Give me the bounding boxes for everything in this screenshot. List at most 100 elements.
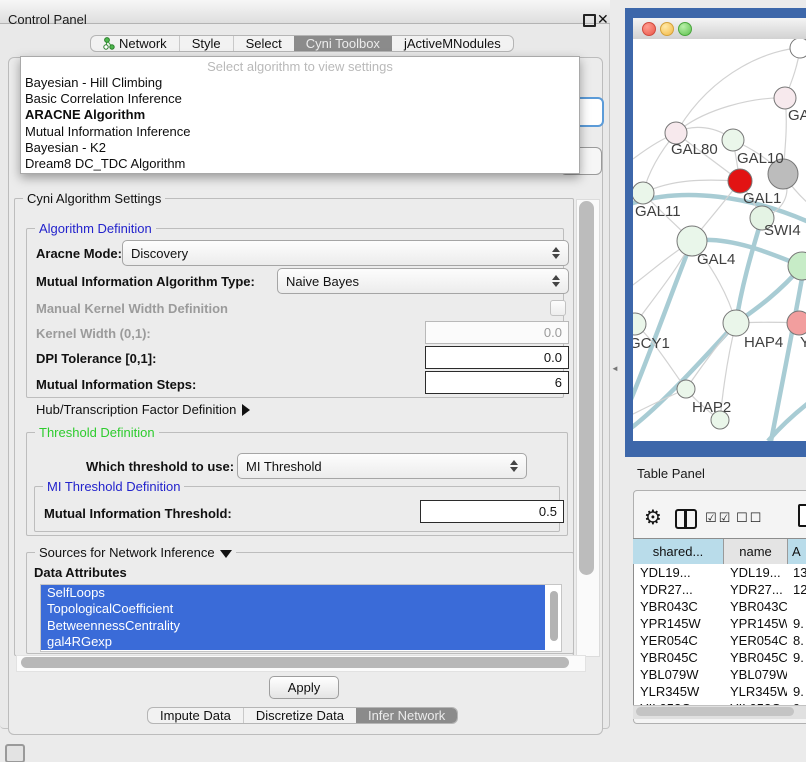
table-row[interactable]: YDL19...YDL19...13 [634, 564, 806, 581]
network-graph[interactable]: GALGAL80GAL10GAL1GAL11SWI4GAL4GCY1HAP4YH… [633, 39, 806, 441]
network-node[interactable] [633, 182, 654, 204]
control-panel-titlebar[interactable] [0, 0, 610, 24]
tab-select[interactable]: Select [233, 36, 294, 51]
table-cell: 12 [787, 581, 806, 598]
hub-definition-expander[interactable]: Hub/Transcription Factor Definition [36, 402, 250, 417]
data-attributes-list[interactable]: SelfLoopsTopologicalCoefficientBetweenne… [40, 584, 562, 652]
panel-grip-icon[interactable] [5, 744, 25, 762]
mi-type-select[interactable]: Naive Bayes [277, 268, 569, 294]
cyni-tab-label: Discretize Data [256, 708, 344, 723]
splitter-handle-icon[interactable]: ◄ [611, 364, 619, 373]
show-columns-icon[interactable]: ☑☑ [705, 510, 732, 526]
network-node[interactable] [677, 380, 695, 398]
close-traffic-light-icon[interactable] [642, 22, 656, 36]
tab-style[interactable]: Style [179, 36, 233, 51]
algorithm-option[interactable]: Mutual Information Inference [21, 124, 579, 140]
cyni-tab-infer-network[interactable]: Infer Network [356, 708, 457, 723]
column-browser-icon[interactable] [675, 509, 697, 529]
gear-icon[interactable]: ⚙ [644, 505, 662, 530]
table-header-row: shared...nameA [633, 538, 806, 566]
tab-cyni-toolbox[interactable]: Cyni Toolbox [294, 36, 392, 51]
hide-columns-icon[interactable]: ☐☐ [736, 510, 763, 526]
network-node-label: HAP2 [692, 399, 731, 416]
network-canvas[interactable]: GALGAL80GAL10GAL1GAL11SWI4GAL4GCY1HAP4YH… [633, 39, 806, 441]
table-cell: YBL079W [724, 666, 787, 683]
algorithm-option[interactable]: Basic Correlation Inference [21, 91, 579, 107]
network-node[interactable] [774, 87, 796, 109]
data-attribute-item[interactable]: TopologicalCoefficient [41, 601, 545, 617]
network-node-label: GCY1 [633, 335, 670, 352]
apply-button[interactable]: Apply [269, 676, 339, 699]
table-row[interactable]: YBR043CYBR043C [634, 598, 806, 615]
network-edge[interactable] [643, 180, 740, 193]
network-node[interactable] [787, 311, 806, 335]
network-node[interactable] [723, 310, 749, 336]
settings-hscrollbar-thumb[interactable] [21, 657, 569, 668]
table-row[interactable]: YDR27...YDR27...12 [634, 581, 806, 598]
collapse-down-icon [220, 550, 232, 558]
kernel-width-label: Kernel Width (0,1): [36, 326, 151, 341]
table-column-header[interactable]: A [788, 539, 806, 565]
mi-steps-field[interactable]: 6 [425, 371, 569, 394]
data-attribute-item[interactable]: SelfLoops [41, 585, 545, 601]
which-threshold-select[interactable]: MI Threshold [237, 453, 527, 479]
table-row[interactable]: YBR045CYBR045C9. [634, 649, 806, 666]
table-cell: YDR27... [724, 581, 787, 598]
settings-vscrollbar-thumb[interactable] [579, 201, 594, 575]
data-attribute-item[interactable]: gal4RGexp [41, 634, 545, 650]
zoom-traffic-light-icon[interactable] [678, 22, 692, 36]
mi-threshold-field[interactable]: 0.5 [420, 500, 564, 523]
network-window-titlebar[interactable] [633, 18, 806, 40]
table-cell: YLR345W [634, 683, 724, 700]
cyni-tab-label: Infer Network [368, 708, 445, 723]
table-row[interactable]: YBL079WYBL079W [634, 666, 806, 683]
table-column-header[interactable]: name [724, 539, 788, 565]
cyni-settings-title: Cyni Algorithm Settings [23, 191, 165, 206]
network-node[interactable] [633, 313, 646, 335]
cyni-tab-discretize-data[interactable]: Discretize Data [243, 708, 356, 723]
mi-type-label: Mutual Information Algorithm Type: [36, 274, 255, 289]
algorithm-option[interactable]: Bayesian - K2 [21, 140, 579, 156]
control-panel-title: Control Panel [8, 12, 87, 27]
network-node[interactable] [722, 129, 744, 151]
dpi-tolerance-label: DPI Tolerance [0,1]: [36, 351, 156, 366]
stepper-icon [510, 460, 518, 472]
cyni-tab-impute-data[interactable]: Impute Data [148, 708, 243, 723]
data-attribute-item[interactable]: BetweennessCentrality [41, 618, 545, 634]
aracne-mode-value: Discovery [131, 246, 188, 261]
table-hscrollbar-thumb[interactable] [636, 707, 794, 716]
algorithm-option[interactable]: ARACNE Algorithm [21, 107, 579, 123]
table-cell: 9. [787, 683, 806, 700]
table-row[interactable]: YER054CYER054C8. [634, 632, 806, 649]
float-window-icon[interactable] [583, 14, 596, 27]
table-row[interactable]: YPR145WYPR145W9. [634, 615, 806, 632]
tab-label: Select [246, 36, 282, 51]
new-table-icon[interactable] [798, 504, 806, 527]
tab-network[interactable]: Network [91, 36, 179, 51]
algorithm-popup-placeholder: Select algorithm to view settings [21, 57, 579, 75]
list-scrollbar-thumb[interactable] [550, 591, 558, 641]
network-node[interactable] [790, 39, 806, 58]
aracne-mode-select[interactable]: Discovery [122, 240, 569, 266]
sources-group-title[interactable]: Sources for Network Inference [35, 545, 236, 560]
table-cell: 8. [787, 632, 806, 649]
tab-label: jActiveMNodules [404, 36, 501, 51]
mi-threshold-group-title: MI Threshold Definition [43, 479, 184, 494]
table-column-header[interactable]: shared... [633, 539, 724, 565]
close-icon[interactable]: ✕ [597, 11, 609, 28]
algorithm-option[interactable]: Bayesian - Hill Climbing [21, 75, 579, 91]
algorithm-option[interactable]: Dream8 DC_TDC Algorithm [21, 156, 579, 172]
control-panel-tabs: NetworkStyle Select Cyni Toolbox jActiveMNo… [90, 35, 514, 52]
network-node-label: HAP4 [744, 334, 783, 351]
hub-definition-label: Hub/Transcription Factor Definition [36, 402, 236, 417]
minimize-traffic-light-icon[interactable] [660, 22, 674, 36]
table-cell: YLR345W [724, 683, 787, 700]
network-edge[interactable] [635, 324, 686, 389]
table-cell [787, 598, 806, 615]
dpi-tolerance-field[interactable]: 0.0 [425, 346, 569, 369]
manual-kernel-checkbox[interactable] [550, 300, 566, 316]
tab-jactivemnodules[interactable]: jActiveMNodules [392, 36, 513, 51]
manual-kernel-label: Manual Kernel Width Definition [36, 301, 228, 316]
table-row[interactable]: YLR345WYLR345W9. [634, 683, 806, 700]
mi-type-value: Naive Bayes [286, 274, 359, 289]
